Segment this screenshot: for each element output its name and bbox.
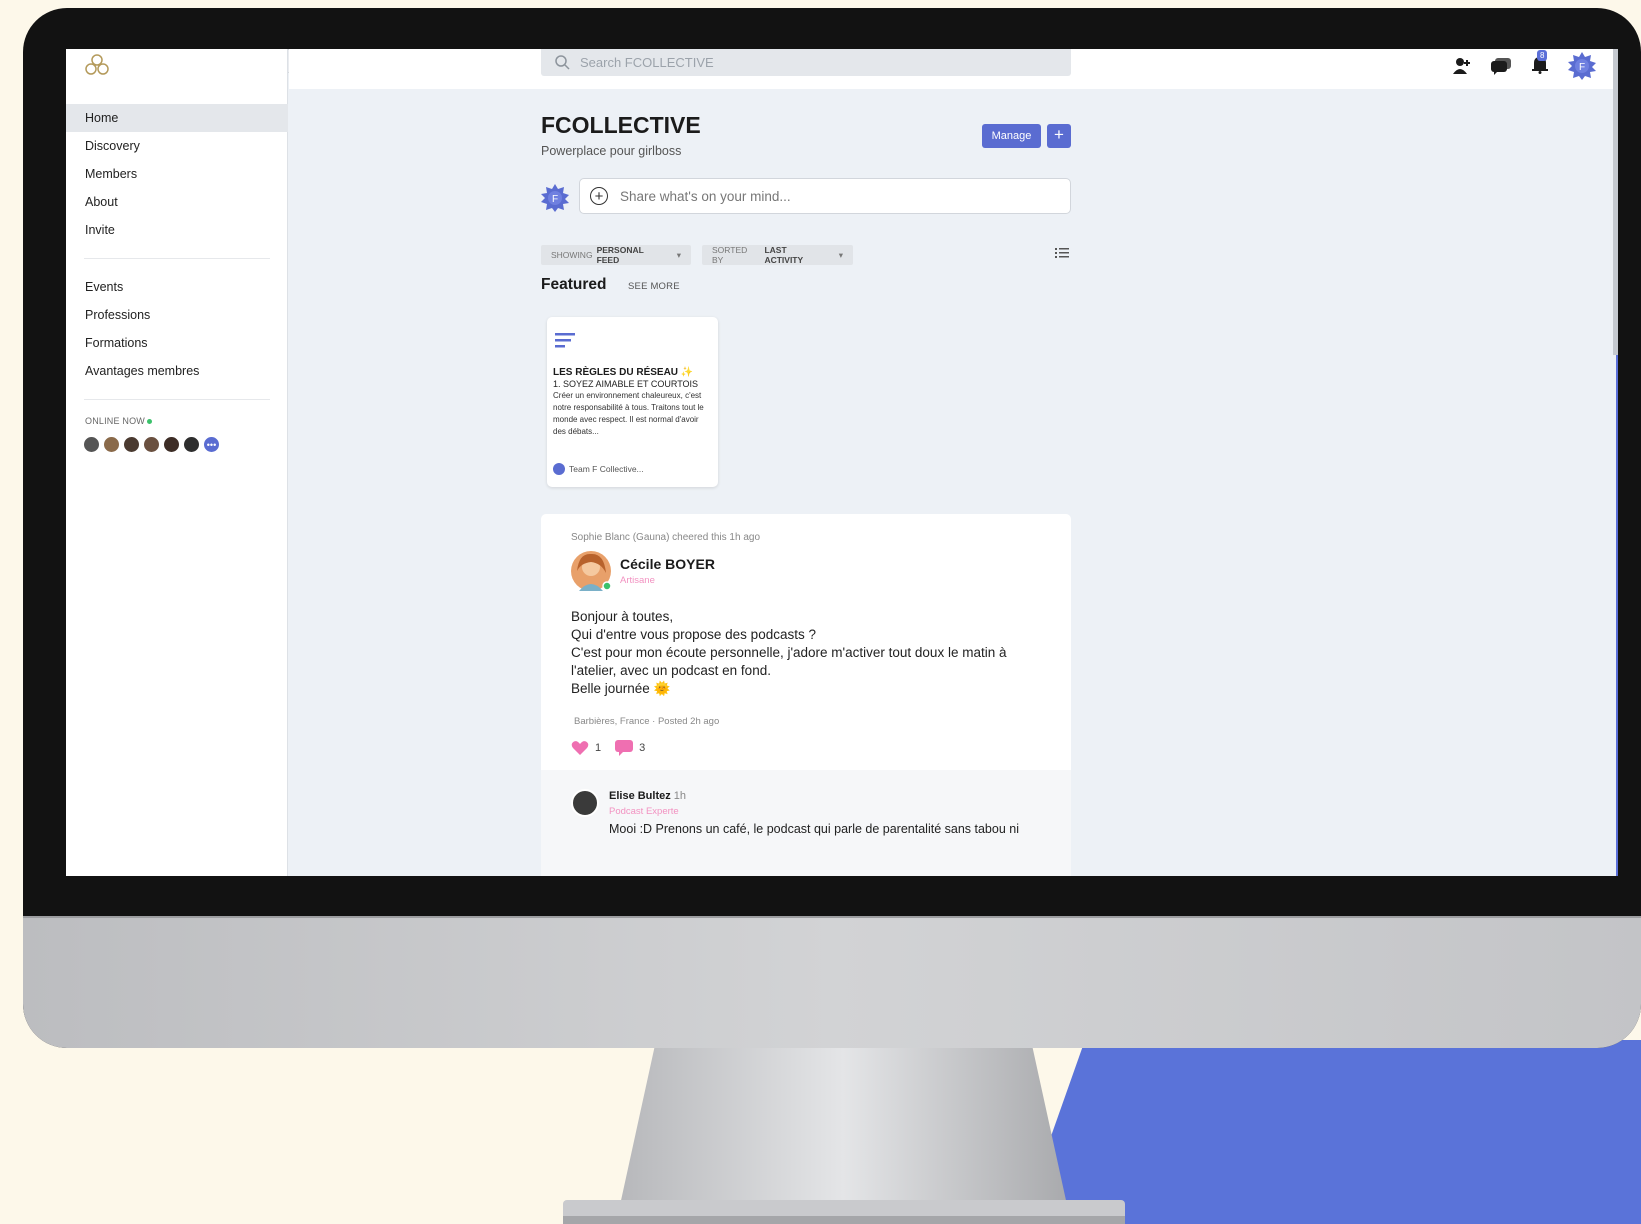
member-avatar[interactable] xyxy=(103,436,120,453)
add-button[interactable]: + xyxy=(1047,124,1071,148)
manage-button[interactable]: Manage xyxy=(982,124,1041,148)
notification-badge: 8 xyxy=(1537,49,1548,61)
chat-icon[interactable] xyxy=(1490,57,1512,75)
see-more-link[interactable]: SEE MORE xyxy=(628,281,680,292)
post-line: Belle journée 🌞 xyxy=(571,681,671,696)
sidebar-divider xyxy=(84,399,270,400)
list-view-icon[interactable] xyxy=(1055,247,1069,259)
feed-post: Sophie Blanc (Gauna) cheered this 1h ago… xyxy=(541,514,1071,876)
search-icon xyxy=(555,55,570,70)
post-author-role: Artisane xyxy=(620,575,655,586)
online-avatars: ••• xyxy=(66,436,288,453)
author-avatar[interactable] xyxy=(571,551,611,591)
feed-filter-dropdown[interactable]: SHOWING PERSONAL FEED ▾ xyxy=(541,245,691,265)
chevron-down-icon: ▾ xyxy=(676,249,681,260)
comment-text: Mooi :D Prenons un café, le podcast qui … xyxy=(609,822,1019,836)
sidebar-item-avantages-membres[interactable]: Avantages membres xyxy=(66,357,288,385)
online-indicator-icon xyxy=(147,419,153,425)
post-line: Bonjour à toutes, xyxy=(571,609,674,624)
post-time: Posted 2h ago xyxy=(657,716,720,727)
sidebar: Home Discovery Members About Invite Even… xyxy=(66,49,288,876)
member-avatar[interactable] xyxy=(83,436,100,453)
svg-text:F: F xyxy=(552,194,558,205)
filter-prefix: SHOWING xyxy=(551,250,593,260)
cheer-activity: Sophie Blanc (Gauna) cheered this 1h ago xyxy=(571,532,761,543)
featured-card-author: Team F Collective... xyxy=(553,463,644,475)
post-composer-input[interactable]: + Share what's on your mind... xyxy=(579,178,1071,214)
member-avatar[interactable] xyxy=(183,436,200,453)
composer-placeholder: Share what's on your mind... xyxy=(620,188,791,204)
post-reactions: 1 3 xyxy=(571,740,645,756)
featured-card-title: LES RÈGLES DU RÉSEAU ✨ xyxy=(553,367,694,378)
top-icons: 8 F xyxy=(1452,49,1596,80)
post-line: Qui d'entre vous propose des podcasts ? xyxy=(571,627,816,642)
community-subtitle: Powerplace pour girlboss xyxy=(541,144,682,158)
search-input[interactable]: Search FCOLLECTIVE xyxy=(541,49,1071,76)
comment-count: 3 xyxy=(639,742,646,754)
app-screen: Home Discovery Members About Invite Even… xyxy=(66,49,1618,876)
commenter-name-text[interactable]: Elise Bultez xyxy=(609,790,671,802)
add-circle-icon: + xyxy=(590,187,608,205)
sidebar-item-about[interactable]: About xyxy=(66,188,288,216)
commenter-name: Elise Bultez 1h xyxy=(609,790,686,802)
post-body: Bonjour à toutes, Qui d'entre vous propo… xyxy=(571,608,1041,698)
member-avatar[interactable] xyxy=(123,436,140,453)
sidebar-item-home[interactable]: Home xyxy=(66,104,288,132)
chin-divider xyxy=(23,916,1641,918)
sidebar-divider xyxy=(84,258,270,259)
member-avatar[interactable] xyxy=(143,436,160,453)
featured-card-subtitle: 1. SOYEZ AIMABLE ET COURTOIS xyxy=(553,379,699,389)
comment-icon[interactable] xyxy=(615,740,634,756)
online-now-label: ONLINE NOW xyxy=(66,414,288,428)
scrollbar[interactable] xyxy=(1613,49,1618,355)
sidebar-item-events[interactable]: Events xyxy=(66,273,288,301)
sidebar-item-members[interactable]: Members xyxy=(66,160,288,188)
post-meta: Barbières, France · Posted 2h ago xyxy=(574,716,720,727)
online-now-text: ONLINE NOW xyxy=(85,416,146,426)
sidebar-item-invite[interactable]: Invite xyxy=(66,216,288,244)
more-members-icon[interactable]: ••• xyxy=(203,436,220,453)
member-avatar[interactable] xyxy=(163,436,180,453)
sort-prefix: SORTED BY xyxy=(712,245,748,265)
text-post-icon xyxy=(555,333,575,348)
commenter-role: Podcast Experte xyxy=(609,806,679,817)
community-logo-icon[interactable] xyxy=(84,52,110,76)
comment-time: 1h xyxy=(673,790,686,802)
top-bar: Search FCOLLECTIVE 8 F xyxy=(289,49,1618,89)
heart-icon[interactable] xyxy=(571,740,589,756)
commenter-avatar[interactable] xyxy=(571,789,599,817)
monitor-chin xyxy=(23,916,1641,1048)
featured-card-body: Créer un environnement chaleureux, c'est… xyxy=(553,391,704,436)
search-placeholder: Search FCOLLECTIVE xyxy=(580,55,714,70)
post-line: C'est pour mon écoute personnelle, j'ado… xyxy=(571,645,1007,678)
sidebar-item-formations[interactable]: Formations xyxy=(66,329,288,357)
sidebar-item-professions[interactable]: Professions xyxy=(66,301,288,329)
comments-section: Elise Bultez 1h Podcast Experte Mooi :D P… xyxy=(541,770,1071,876)
sort-dropdown[interactable]: SORTED BY LAST ACTIVITY ▾ xyxy=(702,245,853,265)
filter-value: PERSONAL FEED xyxy=(596,245,644,265)
chevron-down-icon: ▾ xyxy=(838,249,843,260)
screen-edge xyxy=(1616,355,1618,876)
featured-card-author-name: Team F Collective... xyxy=(569,464,644,474)
community-title: FCOLLECTIVE xyxy=(541,112,701,138)
sidebar-item-discovery[interactable]: Discovery xyxy=(66,132,288,160)
post-author-name[interactable]: Cécile BOYER xyxy=(620,556,715,572)
featured-heading: Featured xyxy=(541,276,607,293)
like-count: 1 xyxy=(595,742,602,754)
user-avatar[interactable]: F xyxy=(1568,52,1596,80)
add-user-icon[interactable] xyxy=(1452,57,1472,75)
featured-card[interactable]: LES RÈGLES DU RÉSEAU ✨ 1. SOYEZ AIMABLE … xyxy=(547,317,718,487)
team-avatar-icon xyxy=(553,463,565,475)
notifications[interactable]: 8 xyxy=(1530,49,1550,79)
sidebar-nav: Home Discovery Members About Invite Even… xyxy=(66,104,288,453)
svg-text:F: F xyxy=(1579,62,1585,73)
my-avatar[interactable]: F xyxy=(541,184,569,212)
sort-value: LAST ACTIVITY xyxy=(764,245,804,265)
post-location: Barbières, France xyxy=(574,716,650,727)
